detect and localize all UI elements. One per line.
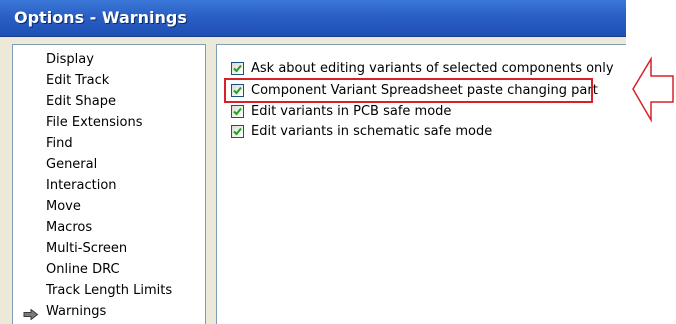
- title-bar[interactable]: Options - Warnings: [0, 0, 626, 37]
- checkbox[interactable]: [231, 125, 244, 138]
- sidebar-item-label: Move: [46, 199, 81, 214]
- sidebar-item-interaction[interactable]: Interaction: [13, 176, 203, 196]
- option-label: Ask about editing variants of selected c…: [251, 61, 614, 76]
- option-ask-editing-variants[interactable]: Ask about editing variants of selected c…: [231, 61, 625, 77]
- option-label: Edit variants in schematic safe mode: [251, 124, 493, 139]
- sidebar-item-label: Find: [46, 136, 73, 151]
- sidebar-item-label: Edit Shape: [46, 94, 117, 109]
- sidebar-item-label: Multi-Screen: [46, 241, 128, 256]
- sidebar-item-track-length-limits[interactable]: Track Length Limits: [13, 281, 203, 301]
- sidebar-item-label: Display: [46, 52, 94, 67]
- sidebar-item-edit-track[interactable]: Edit Track: [13, 71, 203, 91]
- option-label: Edit variants in PCB safe mode: [251, 104, 452, 119]
- option-edit-variants-schematic-safe[interactable]: Edit variants in schematic safe mode: [231, 124, 625, 140]
- options-window: Options - Warnings Display Edit Track Ed…: [0, 0, 626, 324]
- sidebar-item-file-extensions[interactable]: File Extensions: [13, 113, 203, 133]
- checkbox[interactable]: [231, 105, 244, 118]
- sidebar-item-multi-screen[interactable]: Multi-Screen: [13, 239, 203, 259]
- callout-arrow-left-icon: [632, 56, 674, 128]
- arrow-right-icon: [23, 307, 39, 321]
- options-category-list[interactable]: Display Edit Track Edit Shape File Exten…: [12, 44, 206, 324]
- option-edit-variants-pcb-safe[interactable]: Edit variants in PCB safe mode: [231, 104, 625, 120]
- sidebar-item-label: Online DRC: [46, 262, 120, 277]
- sidebar-item-label: Warnings: [46, 304, 107, 319]
- window-title: Options - Warnings: [14, 8, 187, 27]
- sidebar-item-move[interactable]: Move: [13, 197, 203, 217]
- sidebar-item-online-drc[interactable]: Online DRC: [13, 260, 203, 280]
- sidebar-item-general[interactable]: General: [13, 155, 203, 175]
- sidebar-item-label: General: [46, 157, 98, 172]
- sidebar-item-label: Edit Track: [46, 73, 110, 88]
- sidebar-item-warnings[interactable]: Warnings: [13, 302, 203, 322]
- sidebar-item-label: File Extensions: [46, 115, 143, 130]
- sidebar-item-label: Interaction: [46, 178, 117, 193]
- highlight-box: [224, 78, 593, 103]
- sidebar-item-macros[interactable]: Macros: [13, 218, 203, 238]
- sidebar-item-edit-shape[interactable]: Edit Shape: [13, 92, 203, 112]
- checkbox[interactable]: [231, 62, 244, 75]
- sidebar-item-label: Macros: [46, 220, 93, 235]
- sidebar-item-find[interactable]: Find: [13, 134, 203, 154]
- sidebar-item-display[interactable]: Display: [13, 50, 203, 70]
- sidebar-item-label: Track Length Limits: [46, 283, 173, 298]
